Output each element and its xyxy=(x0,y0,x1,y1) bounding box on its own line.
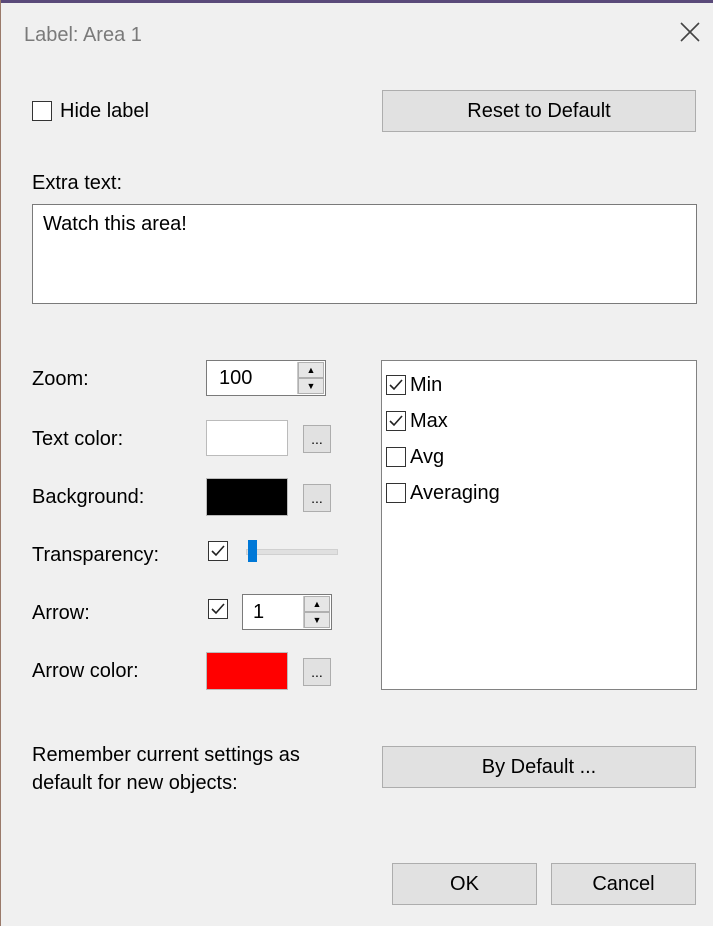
window-left-edge xyxy=(0,0,1,926)
background-color-swatch[interactable] xyxy=(206,478,288,516)
transparency-slider-track[interactable] xyxy=(246,549,338,555)
zoom-label: Zoom: xyxy=(32,368,89,390)
cancel-button[interactable]: Cancel xyxy=(551,863,696,905)
extra-text-input[interactable]: Watch this area! xyxy=(32,204,697,304)
transparency-checkbox[interactable] xyxy=(208,541,228,561)
text-color-picker-button[interactable]: ... xyxy=(303,425,331,453)
list-item-averaging[interactable]: Averaging xyxy=(386,475,692,511)
list-item-min[interactable]: Min xyxy=(386,367,692,403)
arrow-color-picker-button[interactable]: ... xyxy=(303,658,331,686)
zoom-spinner[interactable]: ▲ ▼ xyxy=(297,362,324,394)
window-title: Label: Area 1 xyxy=(24,24,142,46)
zoom-stepper[interactable]: 100 ▲ ▼ xyxy=(206,360,326,396)
list-item-label: Averaging xyxy=(410,481,500,504)
check-icon xyxy=(211,545,225,557)
window-top-edge xyxy=(0,0,713,3)
background-label: Background: xyxy=(32,486,145,508)
list-item-label: Min xyxy=(410,373,443,396)
list-item-max[interactable]: Max xyxy=(386,403,692,439)
spin-down-icon[interactable]: ▼ xyxy=(298,378,324,394)
check-icon xyxy=(211,603,225,615)
hide-label-text: Hide label xyxy=(60,100,149,122)
zoom-value: 100 xyxy=(219,367,253,389)
arrow-color-label: Arrow color: xyxy=(32,660,139,682)
spin-down-icon[interactable]: ▼ xyxy=(304,612,330,628)
transparency-label: Transparency: xyxy=(32,544,160,566)
check-icon xyxy=(389,379,403,391)
max-checkbox[interactable] xyxy=(386,411,406,431)
list-item-label: Avg xyxy=(410,445,445,468)
min-checkbox[interactable] xyxy=(386,375,406,395)
remember-text-line2: default for new objects: xyxy=(32,772,238,794)
arrow-spinner[interactable]: ▲ ▼ xyxy=(303,596,330,628)
ok-button[interactable]: OK xyxy=(392,863,537,905)
hide-label-checkbox[interactable] xyxy=(32,101,52,121)
arrow-value: 1 xyxy=(253,601,265,623)
spin-up-icon[interactable]: ▲ xyxy=(304,596,330,612)
extra-text-label: Extra text: xyxy=(32,172,123,194)
spin-up-icon[interactable]: ▲ xyxy=(298,362,324,378)
text-color-label: Text color: xyxy=(32,428,124,450)
list-item-label: Max xyxy=(410,409,448,432)
transparency-slider-thumb[interactable] xyxy=(248,540,257,562)
arrow-label: Arrow: xyxy=(32,602,90,624)
reset-to-default-button[interactable]: Reset to Default xyxy=(382,90,696,132)
arrow-checkbox[interactable] xyxy=(208,599,228,619)
check-icon xyxy=(389,415,403,427)
background-color-picker-button[interactable]: ... xyxy=(303,484,331,512)
remember-text-line1: Remember current settings as xyxy=(32,744,300,766)
stats-listbox[interactable]: Min Max Avg Averaging xyxy=(381,360,697,690)
by-default-button[interactable]: By Default ... xyxy=(382,746,696,788)
text-color-swatch[interactable] xyxy=(206,420,288,456)
arrow-color-swatch[interactable] xyxy=(206,652,288,690)
avg-checkbox[interactable] xyxy=(386,447,406,467)
arrow-stepper[interactable]: 1 ▲ ▼ xyxy=(242,594,332,630)
close-icon[interactable] xyxy=(678,20,702,44)
list-item-avg[interactable]: Avg xyxy=(386,439,692,475)
averaging-checkbox[interactable] xyxy=(386,483,406,503)
